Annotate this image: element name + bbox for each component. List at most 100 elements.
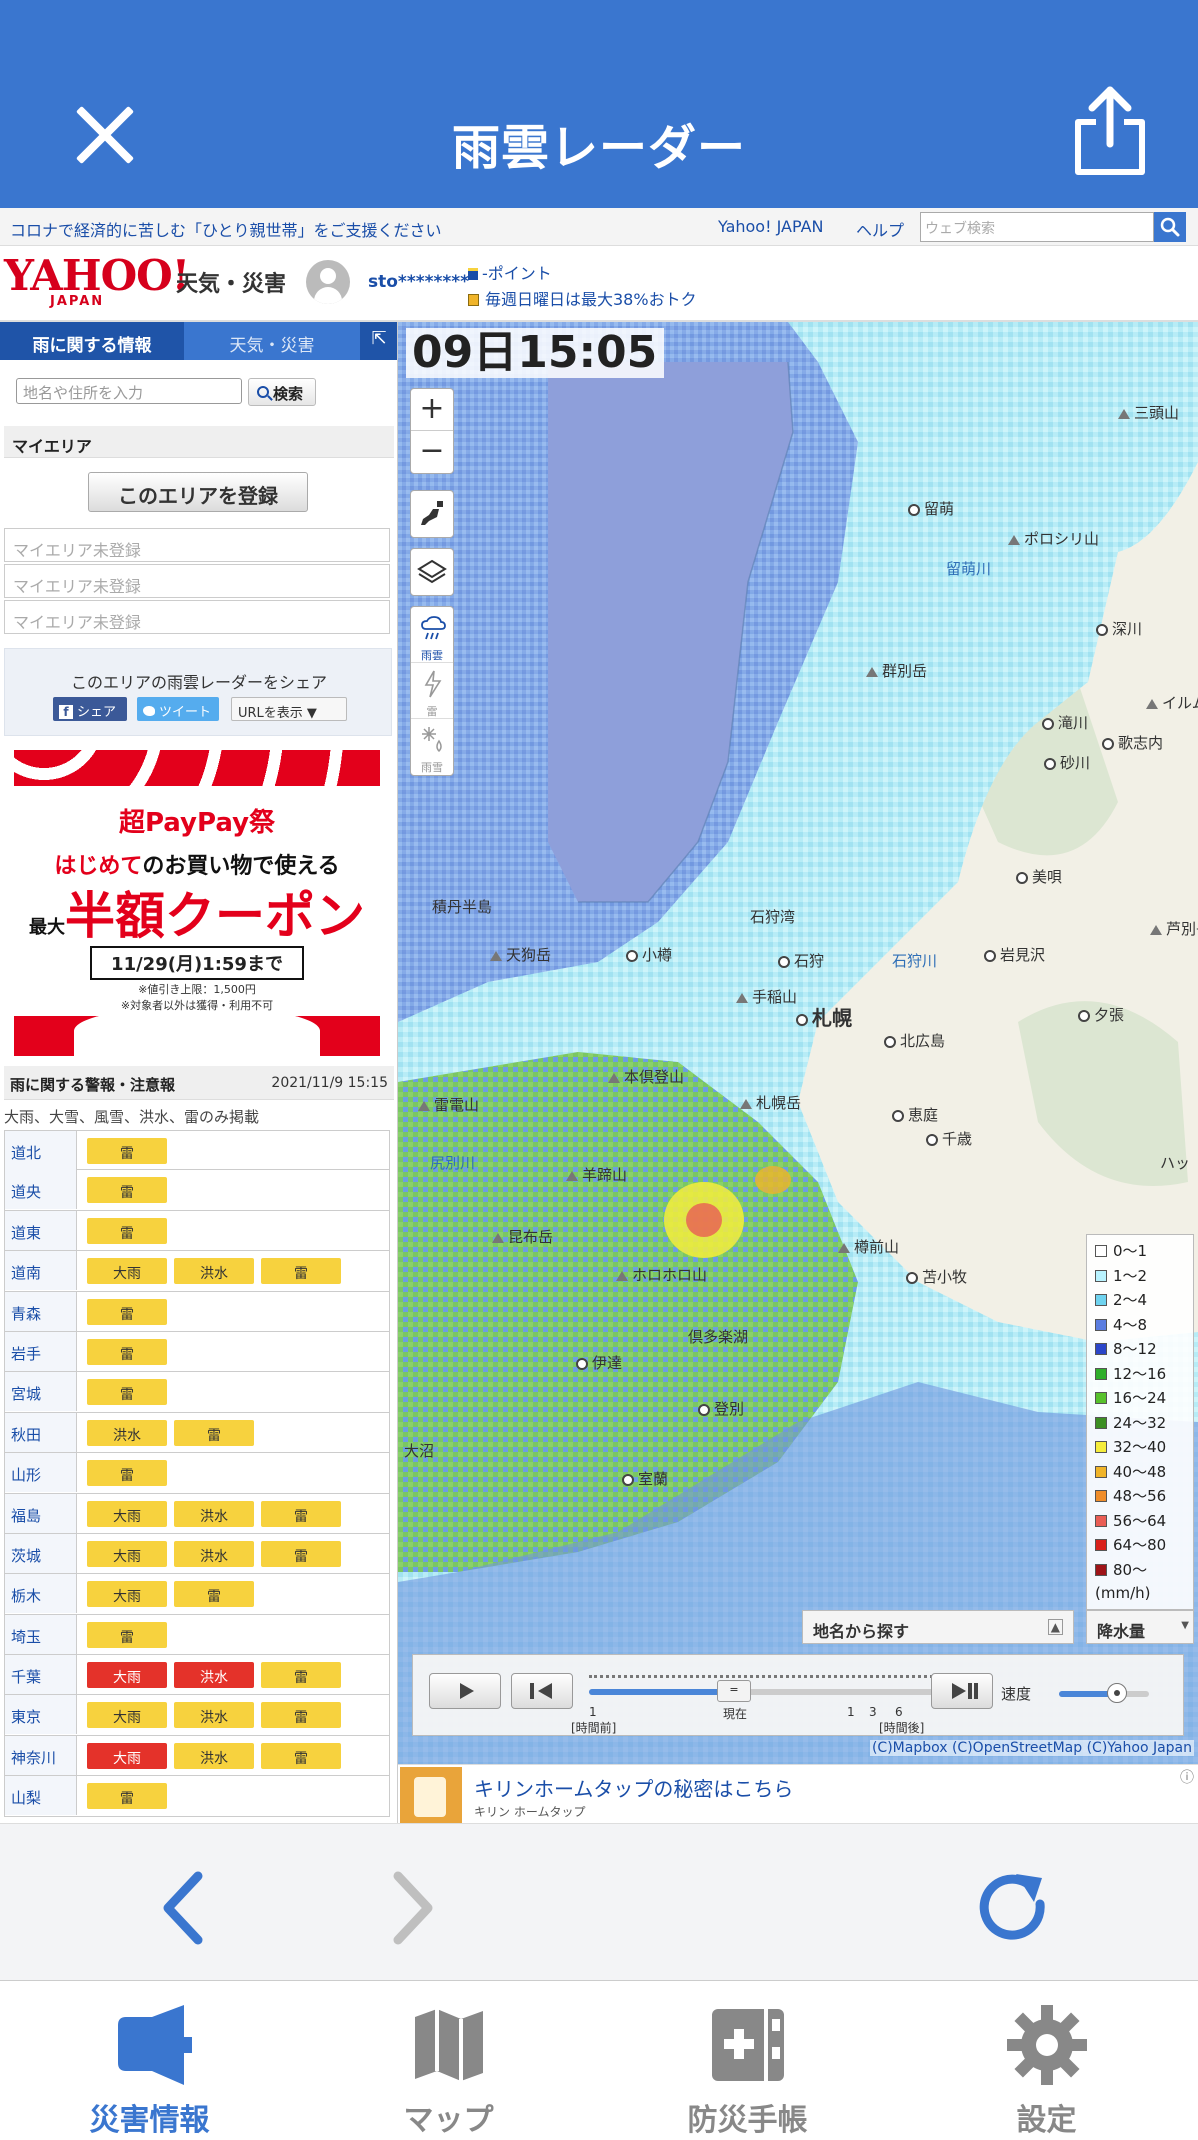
- warning-prefecture[interactable]: 神奈川: [5, 1735, 77, 1775]
- map-place-label: 石狩湾: [750, 908, 796, 926]
- search-icon: [257, 386, 269, 398]
- warning-prefecture[interactable]: 秋田: [5, 1412, 77, 1452]
- reload-icon[interactable]: [968, 1864, 1058, 1954]
- warning-prefecture[interactable]: 青森: [5, 1291, 77, 1331]
- register-area-button[interactable]: このエリアを登録: [88, 472, 308, 512]
- myarea-slot[interactable]: マイエリア未登録: [4, 564, 390, 598]
- layer-rain-cloud[interactable]: 雨雲: [411, 607, 453, 663]
- username-link[interactable]: sto********: [368, 272, 469, 292]
- warning-row[interactable]: 栃木 大雨雷: [4, 1574, 390, 1615]
- warning-prefecture[interactable]: 道央: [5, 1170, 77, 1210]
- tab-rain-info[interactable]: 雨に関する情報: [0, 322, 184, 360]
- share-icon[interactable]: [1070, 86, 1150, 176]
- warning-row[interactable]: 道央雷: [4, 1170, 390, 1211]
- collapse-sidebar-icon[interactable]: ⇱: [360, 322, 397, 360]
- legend-item: 64〜80: [1095, 1533, 1193, 1558]
- warning-row[interactable]: 神奈川 大雨 洪水雷: [4, 1735, 390, 1777]
- warning-row[interactable]: 山形雷: [4, 1453, 390, 1494]
- warning-row[interactable]: 埼玉雷: [4, 1614, 390, 1656]
- warning-prefecture[interactable]: 山梨: [5, 1776, 77, 1816]
- site-name[interactable]: 天気・災害: [176, 266, 286, 298]
- layer-rain-snow[interactable]: 雨雪: [411, 719, 453, 775]
- yahoo-japan-link[interactable]: Yahoo! JAPAN: [718, 217, 824, 236]
- warning-prefecture[interactable]: 岩手: [5, 1331, 77, 1371]
- facebook-share-button[interactable]: f シェア: [53, 697, 127, 721]
- step-back-button[interactable]: [511, 1673, 573, 1709]
- myarea-slot[interactable]: マイエリア未登録: [4, 600, 390, 634]
- play-button[interactable]: [429, 1673, 501, 1709]
- warning-prefecture[interactable]: 宮城: [5, 1372, 77, 1412]
- tab-map[interactable]: マップ: [299, 1981, 598, 2140]
- kirin-ad-banner[interactable]: キリンホームタップの秘密はこちら キリン ホームタップ ⓘ: [398, 1764, 1198, 1823]
- warning-prefecture[interactable]: 山形: [5, 1453, 77, 1493]
- warning-row[interactable]: 道北雷: [4, 1130, 390, 1171]
- map-place-label: 札幌: [796, 1002, 852, 1031]
- tab-disaster-notebook[interactable]: 防災手帳: [598, 1981, 897, 2140]
- warning-prefecture[interactable]: 埼玉: [5, 1614, 77, 1654]
- timeline-slider-knob[interactable]: =: [717, 1680, 751, 1702]
- place-search-input[interactable]: 地名や住所を入力: [16, 378, 242, 404]
- map-credit[interactable]: (C)Mapbox (C)OpenStreetMap (C)Yahoo Japa…: [869, 1740, 1194, 1756]
- warning-badge: 雷: [261, 1500, 341, 1527]
- legend-item: 0〜1: [1095, 1239, 1193, 1264]
- warning-row[interactable]: 秋田 洪水雷: [4, 1412, 390, 1454]
- donation-notice-link[interactable]: コロナで経済的に苦しむ「ひとり親世帯」をご支援ください: [10, 217, 442, 241]
- sidebar: 雨に関する情報 天気・災害 ⇱ 地名や住所を入力 検索 マイエリア このエリアを…: [0, 322, 398, 1823]
- web-search-input[interactable]: ウェブ検索: [920, 212, 1154, 242]
- speed-slider-knob[interactable]: [1107, 1683, 1127, 1703]
- ad-info-icon[interactable]: ⓘ: [1180, 1767, 1194, 1787]
- precipitation-select[interactable]: 降水量: [1086, 1610, 1194, 1644]
- yahoo-logo[interactable]: YAHOO!: [4, 255, 190, 297]
- warning-prefecture[interactable]: 栃木: [5, 1574, 77, 1614]
- warning-row[interactable]: 宮城雷: [4, 1372, 390, 1413]
- warning-row[interactable]: 千葉 大雨 洪水雷: [4, 1655, 390, 1696]
- radar-map[interactable]: 09日15:05 + − 雨雲 雷 雨雪 三頭山 留萌 ポロシリ山 留萌川深川 …: [398, 322, 1198, 1764]
- tab-weather-disaster[interactable]: 天気・災害: [184, 322, 360, 360]
- web-search-button[interactable]: [1154, 212, 1186, 242]
- warning-prefecture[interactable]: 道南: [5, 1251, 77, 1291]
- warning-prefecture[interactable]: 道北: [5, 1131, 77, 1170]
- tab-disaster-info[interactable]: 災害情報: [0, 1981, 299, 2140]
- avatar[interactable]: [306, 260, 350, 304]
- warning-prefecture[interactable]: 道東: [5, 1210, 77, 1250]
- find-place-dropdown[interactable]: 地名から探す: [802, 1610, 1074, 1644]
- show-url-button[interactable]: URLを表示 ▼: [231, 697, 347, 721]
- ad-title[interactable]: キリンホームタップの秘密はこちら: [474, 1773, 793, 1802]
- chevron-right-icon[interactable]: [370, 1868, 450, 1948]
- warning-row[interactable]: 茨城 大雨 洪水雷: [4, 1533, 390, 1575]
- twitter-share-button[interactable]: ツイート: [137, 697, 219, 721]
- layers-button[interactable]: [410, 548, 454, 596]
- warning-row[interactable]: 山梨雷: [4, 1776, 390, 1817]
- warning-prefecture[interactable]: 東京: [5, 1695, 77, 1735]
- layer-lightning[interactable]: 雷: [411, 663, 453, 719]
- warning-row[interactable]: 道南 大雨 洪水雷: [4, 1251, 390, 1292]
- warning-row[interactable]: 福島 大雨 洪水雷: [4, 1493, 390, 1534]
- warning-badge: 洪水: [174, 1742, 254, 1769]
- tab-settings[interactable]: 設定: [897, 1981, 1196, 2140]
- myarea-slot[interactable]: マイエリア未登録: [4, 528, 390, 562]
- zoom-out-button[interactable]: −: [411, 431, 453, 473]
- warning-prefecture[interactable]: 福島: [5, 1493, 77, 1533]
- ad-note: ※対象者以外は獲得・利用不可: [120, 999, 274, 1012]
- warning-row[interactable]: 青森雷: [4, 1291, 390, 1332]
- map-place-label: 倶多楽湖: [688, 1328, 749, 1346]
- place-search-button[interactable]: 検索: [248, 378, 316, 406]
- coupon-ad-banner[interactable]: 超PayPay祭 はじめてのお買い物で使える 最大半額クーポン 11/29(月)…: [14, 750, 380, 1056]
- ad-top-band: [14, 750, 380, 786]
- warning-badge: 雷: [87, 1217, 167, 1244]
- warning-row[interactable]: 道東雷: [4, 1210, 390, 1252]
- chevron-left-icon[interactable]: [148, 1868, 228, 1948]
- promo-link[interactable]: 毎週日曜日は最大38%おトク: [468, 286, 697, 310]
- zoom-in-button[interactable]: +: [411, 389, 453, 431]
- help-link[interactable]: ヘルプ: [856, 217, 904, 241]
- map-place-label: 留萌: [908, 498, 954, 519]
- warning-row[interactable]: 東京 大雨 洪水雷: [4, 1695, 390, 1736]
- timeline-slider[interactable]: =: [589, 1680, 951, 1702]
- step-forward-button[interactable]: [931, 1673, 993, 1709]
- points-link[interactable]: -ポイント: [468, 260, 552, 284]
- speed-slider[interactable]: [1059, 1683, 1149, 1703]
- japan-overview-button[interactable]: [410, 490, 454, 538]
- warning-prefecture[interactable]: 千葉: [5, 1655, 77, 1695]
- warning-prefecture[interactable]: 茨城: [5, 1533, 77, 1573]
- warning-row[interactable]: 岩手雷: [4, 1331, 390, 1373]
